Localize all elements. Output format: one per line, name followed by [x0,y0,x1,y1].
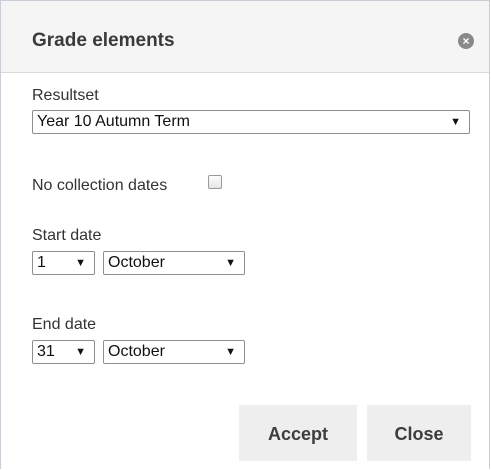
close-button[interactable]: Close [367,405,471,461]
end-day-select[interactable]: 31 ▼ [32,340,95,364]
start-date-label: Start date [32,227,102,244]
end-date-label: End date [32,316,97,333]
chevron-down-icon: ▼ [75,346,86,358]
resultset-label: Resultset [32,87,99,104]
grade-elements-dialog: Grade elements × Resultset Year 10 Autum… [0,0,490,469]
resultset-selected-value: Year 10 Autumn Term [37,113,190,130]
accept-button[interactable]: Accept [239,405,357,461]
dialog-header: Grade elements × [1,1,489,73]
dialog-title: Grade elements [32,30,175,51]
chevron-down-icon: ▼ [225,257,236,269]
close-circle-icon[interactable]: × [458,33,474,49]
resultset-select[interactable]: Year 10 Autumn Term ▼ [32,110,470,134]
start-day-value: 1 [37,254,46,271]
end-month-value: October [108,343,165,360]
start-day-select[interactable]: 1 ▼ [32,251,95,275]
start-month-select[interactable]: October ▼ [103,251,245,275]
no-collection-dates-label: No collection dates [32,177,168,194]
start-month-value: October [108,254,165,271]
chevron-down-icon: ▼ [75,257,86,269]
no-collection-dates-checkbox[interactable] [208,175,222,189]
end-month-select[interactable]: October ▼ [103,340,245,364]
end-day-value: 31 [37,343,55,360]
chevron-down-icon: ▼ [225,346,236,358]
chevron-down-icon: ▼ [450,116,461,128]
